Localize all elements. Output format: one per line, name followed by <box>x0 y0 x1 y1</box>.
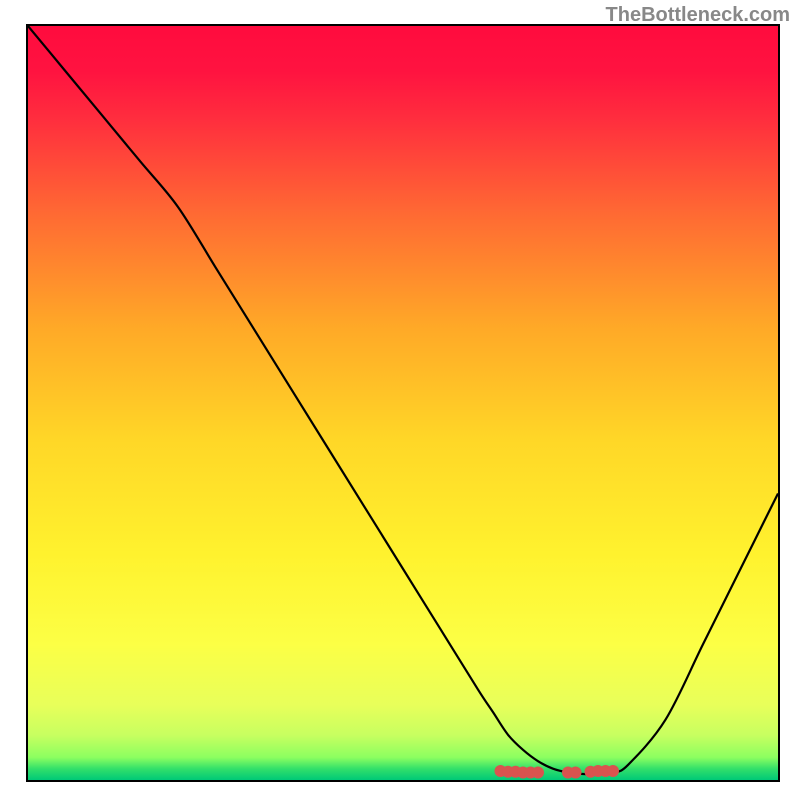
highlight-points <box>495 765 620 779</box>
marker-layer <box>28 26 778 780</box>
plot-area <box>26 24 780 782</box>
marker-point <box>570 766 582 778</box>
chart-container: TheBottleneck.com <box>0 0 800 800</box>
watermark-text: TheBottleneck.com <box>606 4 790 27</box>
marker-point <box>532 766 544 778</box>
marker-point <box>607 765 619 777</box>
